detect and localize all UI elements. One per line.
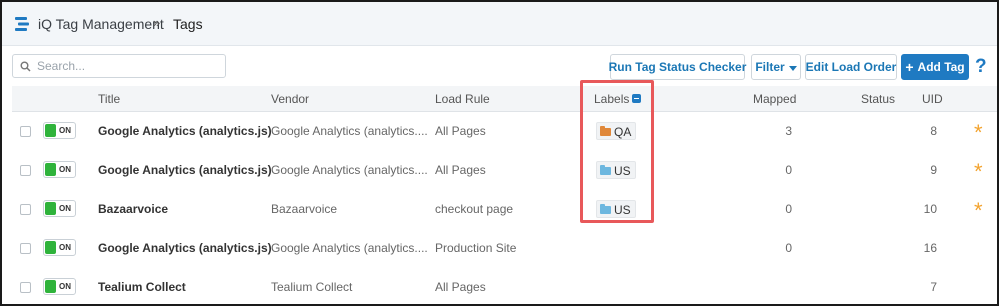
edit-load-order-label: Edit Load Order — [805, 60, 897, 74]
toggle-state-label: ON — [59, 165, 71, 174]
modified-star-icon: * — [974, 120, 983, 145]
toggle-knob — [45, 280, 56, 293]
column-load-rule[interactable]: Load Rule — [435, 92, 490, 106]
row-checkbox[interactable] — [20, 204, 31, 215]
table-row[interactable]: ON Tealium Collect Tealium Collect All Page… — [12, 268, 997, 304]
tag-vendor: Google Analytics (analytics.... — [271, 241, 428, 255]
breadcrumb-separator-icon: » — [153, 15, 160, 30]
tag-mapped: 0 — [785, 202, 792, 216]
label-chip[interactable]: US — [596, 161, 636, 179]
label-text: US — [614, 203, 631, 217]
toggle-state-label: ON — [59, 282, 71, 291]
breadcrumb-current: Tags — [173, 16, 203, 32]
tag-title[interactable]: Google Analytics (analytics.js) — [98, 124, 272, 138]
status-toggle[interactable]: ON — [43, 200, 76, 217]
plus-icon: + — [905, 59, 914, 75]
caret-down-icon — [788, 65, 797, 71]
tag-uid: 16 — [923, 241, 937, 255]
toggle-knob — [45, 241, 56, 254]
tag-mapped: 0 — [785, 163, 792, 177]
tag-vendor: Bazaarvoice — [271, 202, 338, 216]
search-icon — [20, 61, 31, 72]
page-header: iQ Tag Management » Tags — [2, 2, 997, 46]
status-toggle[interactable]: ON — [43, 161, 76, 178]
row-checkbox[interactable] — [20, 165, 31, 176]
table-row[interactable]: ON Google Analytics (analytics.js) Google … — [12, 151, 997, 191]
label-text: QA — [614, 125, 632, 139]
filter-label: Filter — [755, 60, 785, 74]
tag-uid: 7 — [930, 280, 937, 294]
filter-button[interactable]: Filter — [751, 54, 801, 80]
label-chip[interactable]: QA — [596, 122, 637, 140]
run-tag-status-checker-label: Run Tag Status Checker — [608, 60, 747, 74]
tag-mapped: 0 — [785, 241, 792, 255]
status-toggle[interactable]: ON — [43, 239, 76, 256]
tag-vendor: Google Analytics (analytics.... — [271, 124, 428, 138]
tealium-logo-icon — [15, 17, 29, 31]
row-checkbox[interactable] — [20, 282, 31, 293]
status-toggle[interactable]: ON — [43, 278, 76, 295]
table-row[interactable]: ON Google Analytics (analytics.js) Google … — [12, 229, 997, 269]
collapse-icon[interactable] — [632, 94, 642, 104]
tag-title[interactable]: Google Analytics (analytics.js) — [98, 163, 272, 177]
toggle-knob — [45, 124, 56, 137]
edit-load-order-button[interactable]: Edit Load Order — [805, 54, 897, 80]
tag-title[interactable]: Tealium Collect — [98, 280, 186, 294]
toggle-state-label: ON — [59, 243, 71, 252]
tag-mapped: 3 — [785, 124, 792, 138]
column-title[interactable]: Title — [98, 92, 120, 106]
row-checkbox[interactable] — [20, 243, 31, 254]
table-row[interactable]: ON Bazaarvoice Bazaarvoice checkout page US 0… — [12, 190, 997, 230]
folder-orange-icon — [600, 126, 611, 136]
tag-vendor: Google Analytics (analytics.... — [271, 163, 428, 177]
folder-blue-icon — [600, 165, 611, 175]
label-chip[interactable]: US — [596, 200, 636, 218]
toggle-knob — [45, 202, 56, 215]
help-icon[interactable]: ? — [975, 56, 987, 78]
column-status[interactable]: Status — [861, 92, 895, 106]
add-tag-button[interactable]: + Add Tag — [901, 54, 969, 80]
search-input[interactable] — [37, 58, 217, 74]
row-checkbox[interactable] — [20, 126, 31, 137]
column-uid[interactable]: UID — [922, 92, 943, 106]
tag-uid: 9 — [930, 163, 937, 177]
tag-load-rule: checkout page — [435, 202, 514, 216]
tag-uid: 8 — [930, 124, 937, 138]
toggle-state-label: ON — [59, 126, 71, 135]
column-labels-text: Labels — [594, 92, 630, 106]
tag-title[interactable]: Bazaarvoice — [98, 202, 168, 216]
tag-load-rule: Production Site — [435, 241, 517, 255]
tag-uid: 10 — [923, 202, 937, 216]
status-toggle[interactable]: ON — [43, 122, 76, 139]
tag-vendor: Tealium Collect — [271, 280, 353, 294]
column-labels[interactable]: Labels — [594, 92, 642, 106]
table-row[interactable]: ON Google Analytics (analytics.js) Google … — [12, 112, 997, 152]
tag-load-rule: All Pages — [435, 163, 486, 177]
breadcrumb-root[interactable]: iQ Tag Management — [38, 16, 164, 32]
modified-star-icon: * — [974, 159, 983, 184]
tag-load-rule: All Pages — [435, 280, 486, 294]
add-tag-label: Add Tag — [917, 60, 965, 74]
folder-blue-icon — [600, 204, 611, 214]
tag-title[interactable]: Google Analytics (analytics.js) — [98, 241, 272, 255]
tag-load-rule: All Pages — [435, 124, 486, 138]
toggle-knob — [45, 163, 56, 176]
label-text: US — [614, 164, 631, 178]
column-mapped[interactable]: Mapped — [753, 92, 796, 106]
search-box[interactable] — [12, 54, 226, 78]
column-vendor[interactable]: Vendor — [271, 92, 309, 106]
run-tag-status-checker-button[interactable]: Run Tag Status Checker — [608, 54, 747, 80]
app-frame: iQ Tag Management » Tags Run Tag Status … — [0, 0, 999, 306]
modified-star-icon: * — [974, 198, 983, 223]
toggle-state-label: ON — [59, 204, 71, 213]
table-header: Title Vendor Load Rule Labels Mapped Sta… — [12, 86, 997, 112]
